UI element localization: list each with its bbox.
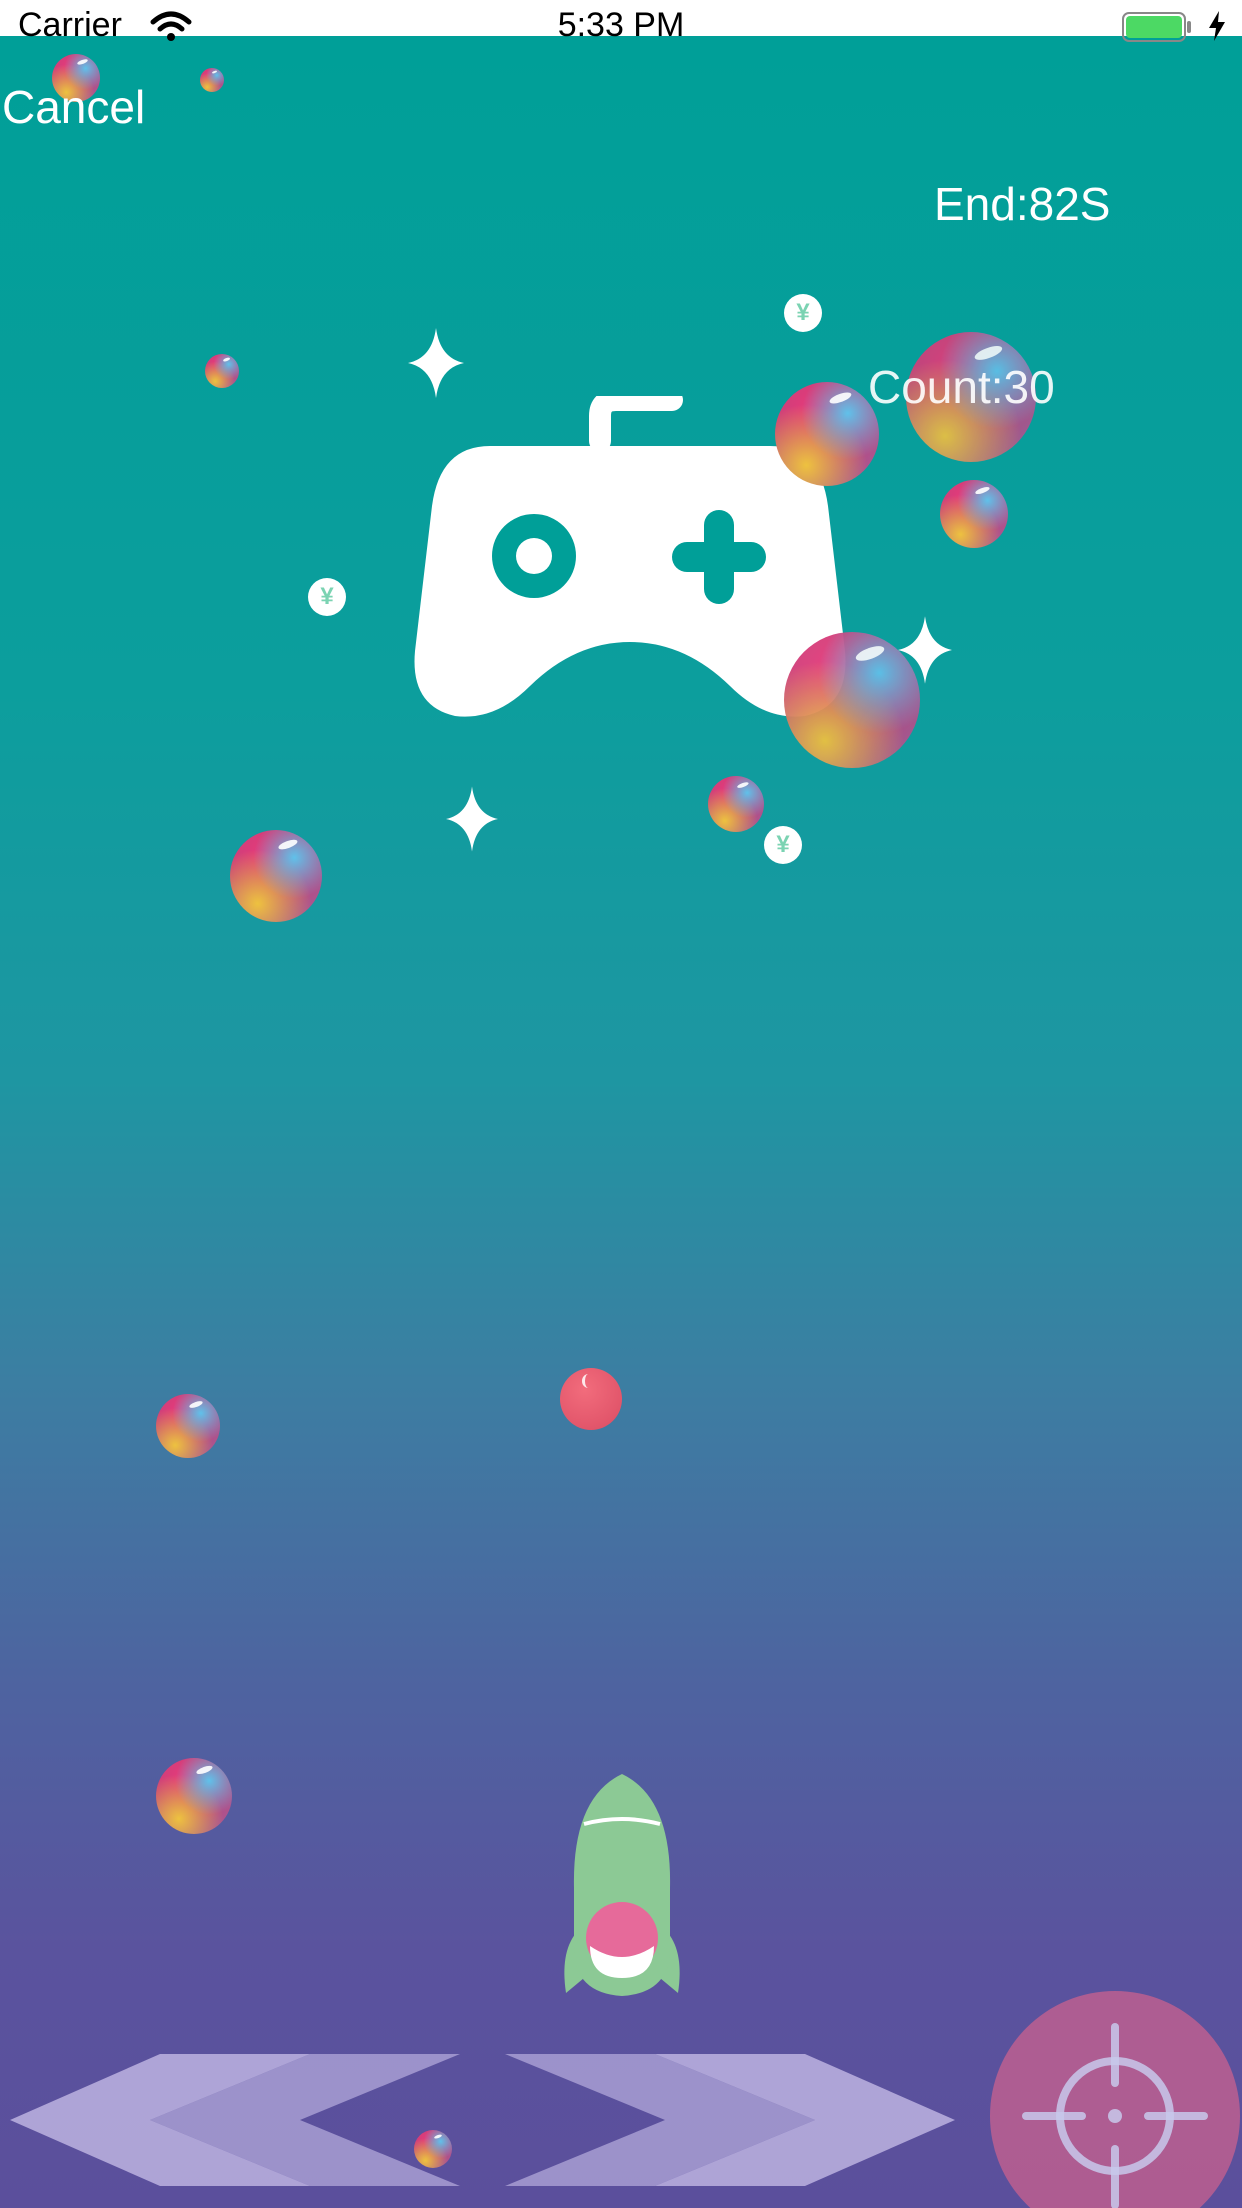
move-right-button[interactable] bbox=[505, 2054, 955, 2186]
bubble[interactable] bbox=[200, 68, 224, 92]
bubble[interactable] bbox=[230, 830, 322, 922]
coin-icon[interactable]: ¥ bbox=[308, 578, 346, 616]
bolt-icon bbox=[1209, 11, 1225, 41]
fire-button[interactable] bbox=[990, 1991, 1240, 2208]
bubble[interactable] bbox=[156, 1394, 220, 1458]
status-bar: Carrier 5:33 PM bbox=[0, 0, 1242, 42]
bubble[interactable] bbox=[940, 480, 1008, 548]
sparkle-icon bbox=[446, 786, 498, 852]
timer-label: End:82S bbox=[934, 178, 1111, 230]
move-left-button[interactable] bbox=[10, 2054, 460, 2186]
coin-icon[interactable]: ¥ bbox=[764, 826, 802, 864]
cancel-button[interactable]: Cancel bbox=[2, 84, 145, 130]
coin-icon[interactable]: ¥ bbox=[784, 294, 822, 332]
rocket-player[interactable] bbox=[560, 1768, 684, 1998]
bubble[interactable] bbox=[708, 776, 764, 832]
bubble[interactable] bbox=[205, 354, 239, 388]
status-time: 5:33 PM bbox=[557, 6, 685, 44]
bullet bbox=[560, 1368, 622, 1430]
bubble[interactable] bbox=[775, 382, 879, 486]
game-area[interactable]: ¥ ¥ ¥ Cancel End:82S Count:30 bbox=[0, 36, 1242, 2208]
sparkle-icon bbox=[408, 328, 464, 398]
count-label: Count:30 bbox=[868, 361, 1055, 413]
crosshair-icon bbox=[1022, 2023, 1208, 2208]
bubble[interactable] bbox=[156, 1758, 232, 1834]
bubble[interactable] bbox=[784, 632, 920, 768]
battery-full-icon bbox=[1122, 12, 1191, 42]
